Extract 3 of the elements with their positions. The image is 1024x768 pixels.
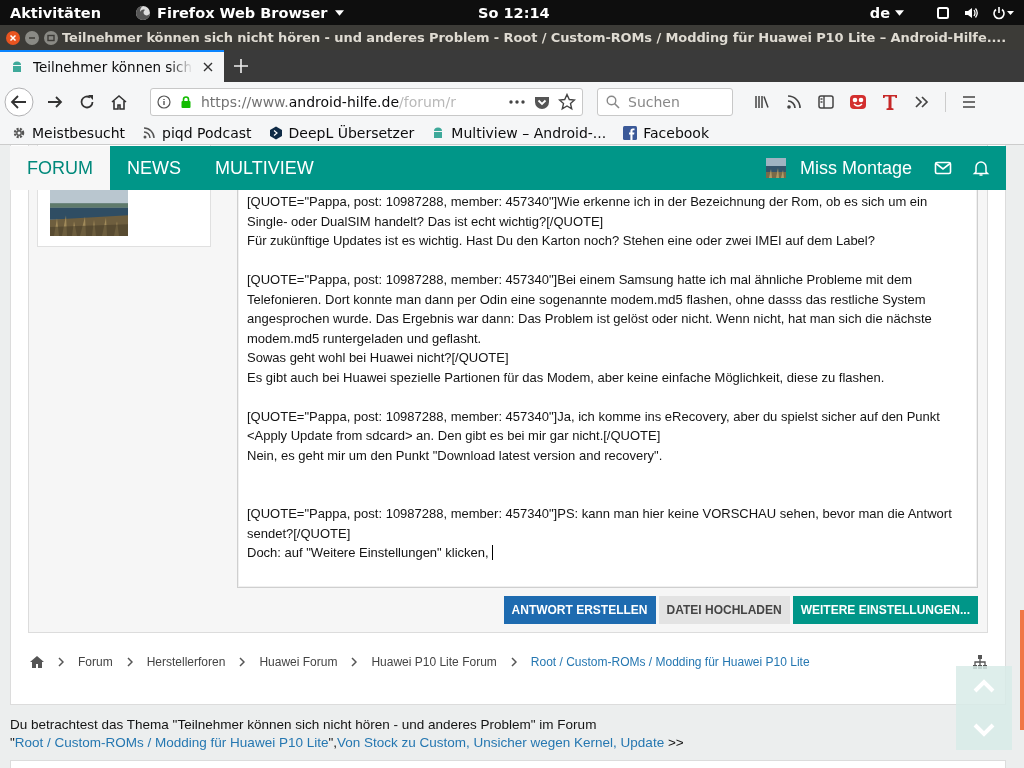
window-title: Teilnehmer können sich nicht hören - und anderes Problem - Root / Custom-ROMs / Modding für Huawei P10 Lite – Android-Hilfe.... bbox=[62, 30, 1006, 45]
tab-title: Teilnehmer können sich bbox=[33, 59, 193, 75]
url-text: https://www.android-hilfe.de/forum/r bbox=[201, 93, 457, 110]
